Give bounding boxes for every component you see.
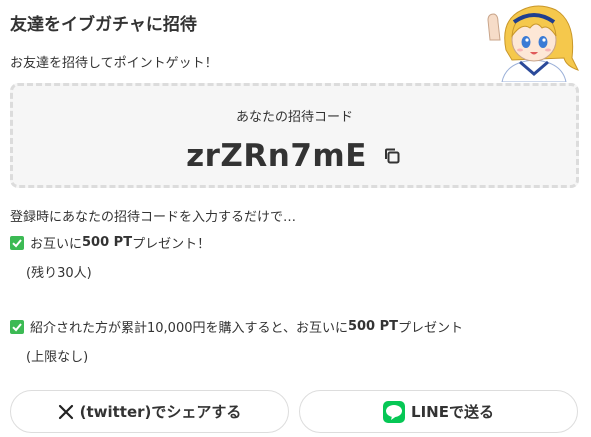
benefit-2-points: 500 PT xyxy=(347,319,399,334)
page-title: 友達をイブガチャに招待 xyxy=(10,15,197,35)
check-icon xyxy=(10,319,24,334)
benefit-1-points: 500 PT xyxy=(82,235,133,250)
invite-code-label: あなたの招待コード xyxy=(235,110,353,125)
benefit-2-note: (上限なし) xyxy=(26,350,89,365)
invite-page: 友達をイブガチャに招待 お友達を招待してポイントゲット！ あなたの招待コード z… xyxy=(0,0,591,437)
benefit-1-prefix: お互いに xyxy=(30,237,83,252)
copy-icon xyxy=(384,148,400,164)
invite-code-box: あなたの招待コード zrZRn7mE xyxy=(10,83,579,188)
copy-code-button[interactable] xyxy=(381,145,403,167)
benefit-1-suffix: プレゼント！ xyxy=(132,237,211,252)
check-icon xyxy=(10,235,24,250)
benefit-item-2: 紹介された方が累計10,000円を購入すると、お互いに 500 PT プレゼント xyxy=(10,317,463,336)
share-line-label: LINEで送る xyxy=(411,403,494,421)
share-twitter-button[interactable]: (twitter)でシェアする xyxy=(10,390,289,433)
benefit-item-1: お互いに 500 PT プレゼント！ xyxy=(10,233,210,252)
invite-code-value[interactable]: zrZRn7mE xyxy=(186,138,367,174)
share-twitter-label: (twitter)でシェアする xyxy=(79,403,242,421)
x-logo-icon xyxy=(58,404,74,420)
page-subtitle: お友達を招待してポイントゲット！ xyxy=(10,56,218,71)
mascot-illustration xyxy=(487,5,579,82)
line-logo-icon xyxy=(383,400,406,423)
share-line-button[interactable]: LINEで送る xyxy=(299,390,578,433)
benefit-intro: 登録時にあなたの招待コードを入力するだけで… xyxy=(10,210,297,225)
benefit-2-suffix: プレゼント xyxy=(398,321,464,336)
benefit-1-note: (残り30人) xyxy=(26,266,92,281)
invite-code-row: zrZRn7mE xyxy=(13,138,576,174)
benefit-2-prefix: 紹介された方が累計10,000円を購入すると、お互いに xyxy=(30,321,348,336)
